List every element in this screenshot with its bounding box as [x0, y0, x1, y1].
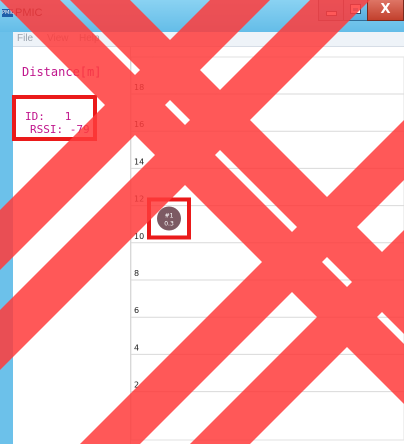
y-tick-label: 18 — [134, 83, 144, 92]
close-button[interactable]: X — [367, 0, 404, 21]
menu-file[interactable]: File — [17, 32, 33, 46]
distance-chart: 18 16 14 12 10 8 6 4 2 #1 0.3 — [131, 47, 404, 444]
distance-label: Distance[m] — [22, 65, 102, 79]
minimize-icon — [327, 12, 336, 15]
marker-value-label: 0.3 — [164, 220, 174, 227]
window-left-border — [0, 0, 13, 444]
marker-id-label: #1 — [165, 212, 174, 219]
menu-help[interactable]: Help — [79, 32, 100, 46]
menu-view[interactable]: View — [47, 32, 69, 46]
maximize-icon — [351, 5, 360, 13]
y-tick-label: 8 — [134, 269, 139, 278]
app-icon: PMIC — [2, 9, 15, 17]
menu-bar: File View Help — [13, 32, 404, 47]
close-icon: X — [380, 2, 391, 17]
y-tick-label: 14 — [134, 157, 144, 166]
y-tick-label: 4 — [134, 343, 139, 352]
chart-frame — [131, 56, 404, 441]
y-tick-label: 10 — [134, 232, 144, 241]
title-bar[interactable]: PMIC PMIC X — [0, 0, 404, 32]
id-rssi-highlight — [12, 95, 97, 141]
window-title: PMIC — [15, 7, 43, 19]
y-tick-label: 2 — [134, 381, 139, 390]
y-tick-label: 12 — [134, 195, 144, 204]
minimize-button[interactable] — [318, 0, 344, 21]
y-tick-label: 6 — [134, 306, 139, 315]
chart-canvas: 18 16 14 12 10 8 6 4 2 #10.3 — [131, 56, 404, 441]
y-tick-label: 16 — [134, 120, 144, 129]
maximize-button[interactable] — [343, 0, 368, 21]
